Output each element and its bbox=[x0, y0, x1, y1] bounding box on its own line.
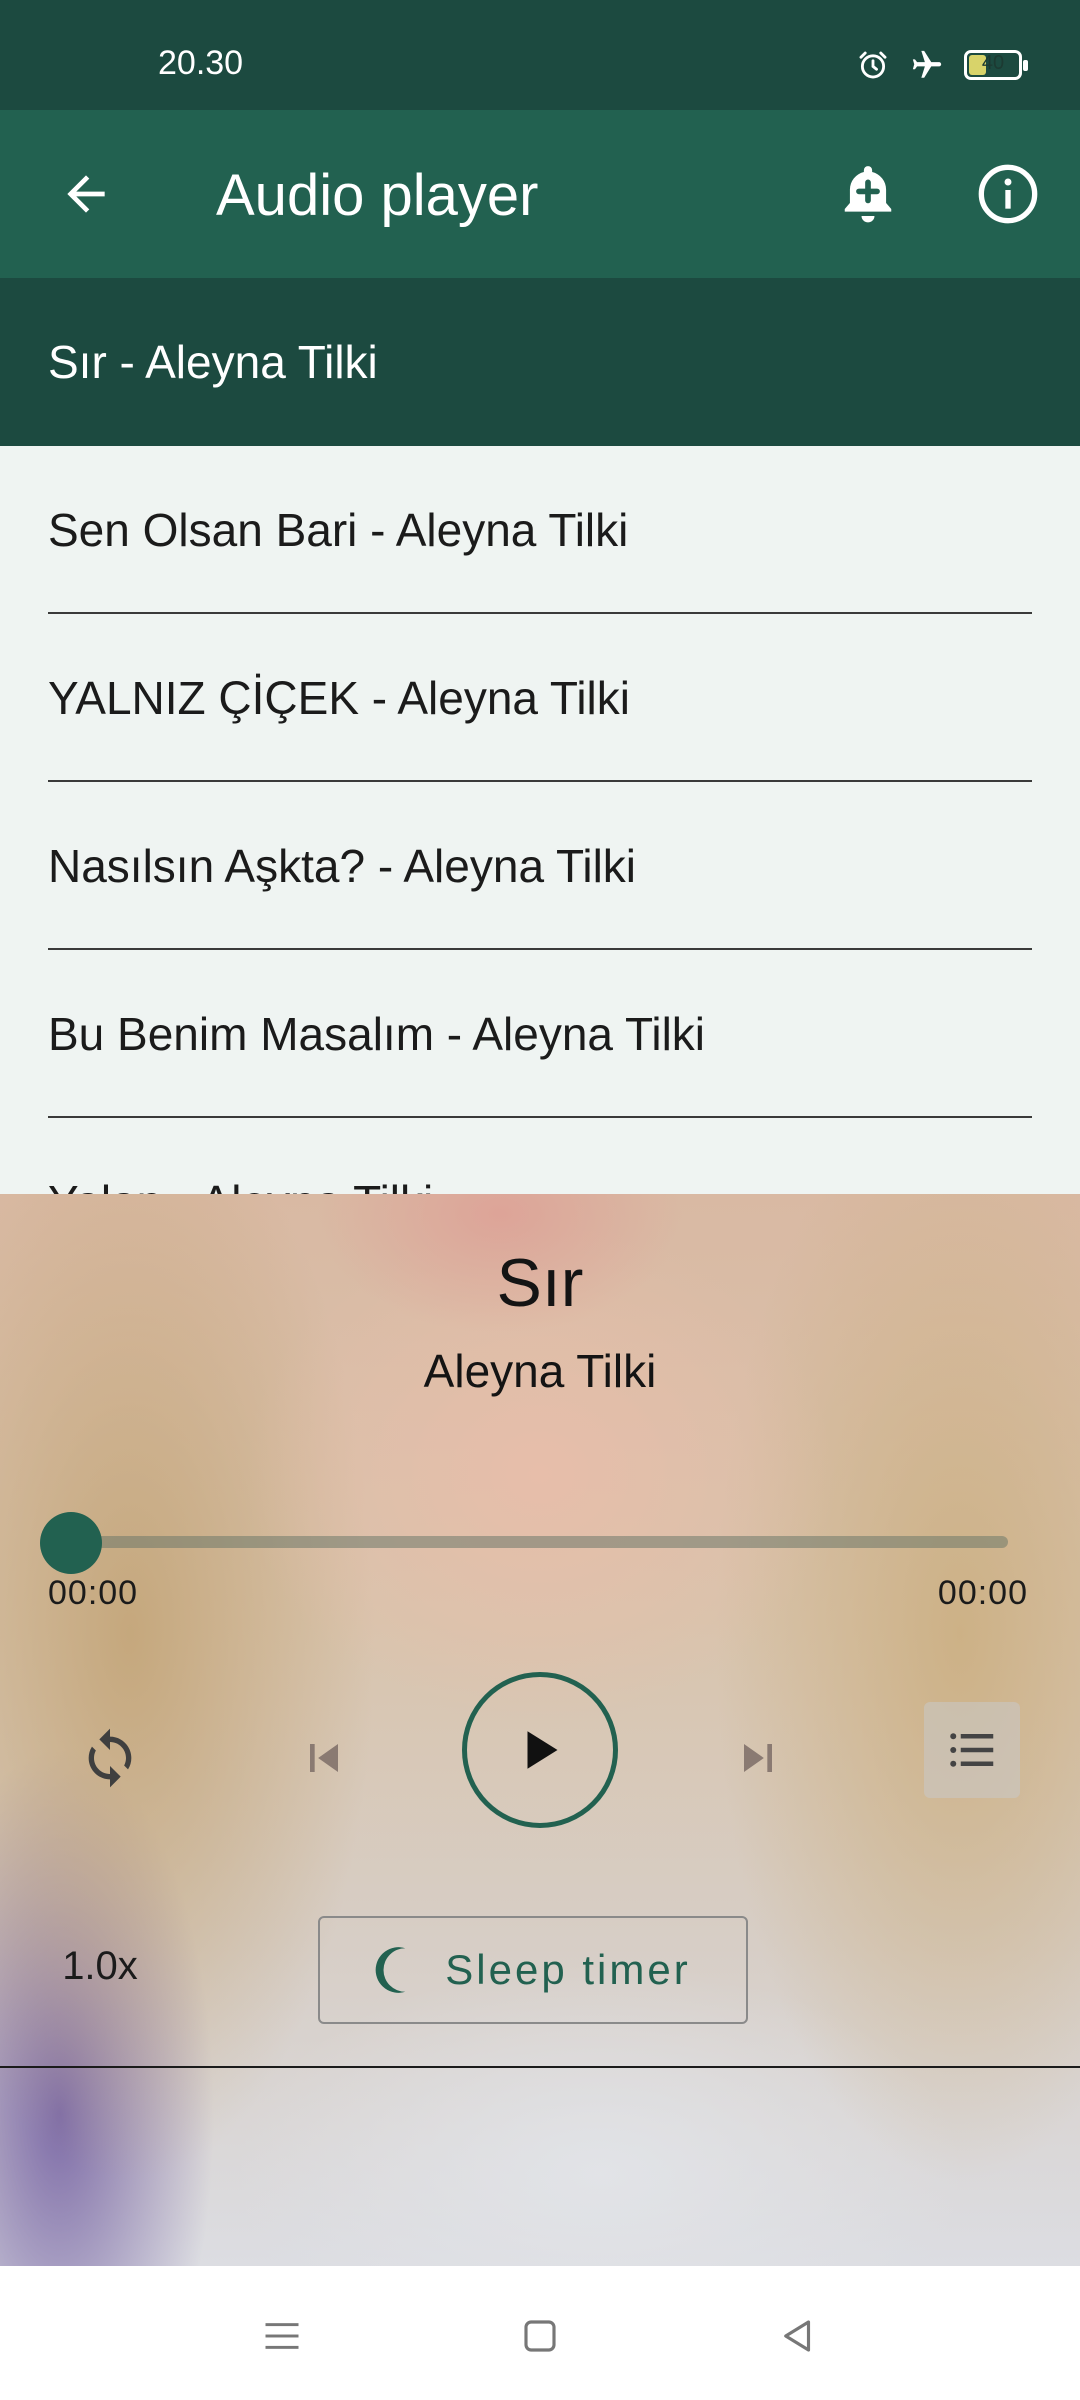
queue-button[interactable] bbox=[924, 1702, 1020, 1798]
total-time: 00:00 bbox=[937, 1574, 1028, 1612]
add-alarm-bell-icon bbox=[844, 166, 892, 223]
current-time: 00:00 bbox=[48, 1574, 139, 1612]
alarm-icon bbox=[856, 48, 890, 82]
arrow-back-icon bbox=[67, 175, 105, 213]
app-bar: Audio player bbox=[0, 110, 1080, 278]
add-alarm-button[interactable] bbox=[820, 146, 916, 242]
system-navigation-bar bbox=[0, 2266, 1080, 2400]
repeat-icon bbox=[88, 1728, 132, 1788]
playlist-item-label: Sen Olsan Bari - Aleyna Tilki bbox=[48, 504, 629, 556]
info-icon bbox=[978, 164, 1038, 224]
seek-bar[interactable] bbox=[72, 1536, 1008, 1548]
status-bar: 20.30 40 bbox=[0, 0, 1080, 110]
back-icon bbox=[784, 2320, 811, 2352]
song-artist: Aleyna Tilki bbox=[423, 1345, 657, 1397]
seek-thumb[interactable] bbox=[40, 1512, 102, 1574]
battery-level-text: 40 bbox=[981, 52, 1005, 74]
previous-button[interactable] bbox=[276, 1710, 372, 1806]
play-button[interactable] bbox=[462, 1672, 618, 1828]
playlist-item[interactable]: Yalan - Aleyna Tilki bbox=[0, 1118, 1080, 1194]
song-title: Sır bbox=[496, 1245, 584, 1321]
info-button[interactable] bbox=[960, 146, 1056, 242]
home-icon bbox=[524, 2320, 556, 2352]
playlist-item-label: Bu Benim Masalım - Aleyna Tilki bbox=[48, 1008, 706, 1060]
playlist: Sır - Aleyna Tilki Sen Olsan Bari - Aley… bbox=[0, 278, 1080, 1194]
playlist-item[interactable]: Sen Olsan Bari - Aleyna Tilki bbox=[0, 446, 1080, 614]
playlist-item[interactable]: YALNIZ ÇİÇEK - Aleyna Tilki bbox=[0, 614, 1080, 782]
playlist-item-label: Yalan - Aleyna Tilki bbox=[48, 1175, 433, 1194]
playlist-item-label: YALNIZ ÇİÇEK - Aleyna Tilki bbox=[48, 672, 630, 724]
playlist-item-label: Sır - Aleyna Tilki bbox=[48, 336, 378, 388]
divider bbox=[0, 2066, 1080, 2068]
status-time: 20.30 bbox=[158, 44, 244, 82]
player-panel: Sır Aleyna Tilki 00:00 00:00 1.0x Sleep … bbox=[0, 1194, 1080, 2266]
queue-list-icon bbox=[950, 1733, 994, 1767]
sleep-timer-label: Sleep timer bbox=[445, 1946, 691, 1993]
playlist-item[interactable]: Nasılsın Aşkta? - Aleyna Tilki bbox=[0, 782, 1080, 950]
back-button[interactable] bbox=[44, 152, 128, 236]
play-icon bbox=[527, 1731, 558, 1769]
playback-speed-button[interactable]: 1.0x bbox=[36, 1930, 164, 2002]
playlist-item[interactable]: Bu Benim Masalım - Aleyna Tilki bbox=[0, 950, 1080, 1118]
moon-icon bbox=[375, 1947, 406, 1993]
status-icons: 40 bbox=[856, 48, 1028, 82]
playlist-item[interactable]: Sır - Aleyna Tilki bbox=[0, 278, 1080, 446]
menu-icon bbox=[265, 2323, 299, 2349]
playlist-item-label: Nasılsın Aşkta? - Aleyna Tilki bbox=[48, 840, 637, 892]
system-back-button[interactable] bbox=[758, 2296, 838, 2376]
next-button[interactable] bbox=[710, 1710, 806, 1806]
playback-speed-label: 1.0x bbox=[62, 1943, 138, 1988]
page-title: Audio player bbox=[216, 163, 539, 228]
recent-apps-button[interactable] bbox=[242, 2296, 322, 2376]
repeat-button[interactable] bbox=[62, 1710, 158, 1806]
battery-icon: 40 bbox=[964, 50, 1028, 80]
airplane-mode-icon bbox=[908, 48, 946, 82]
sleep-timer-button[interactable]: Sleep timer bbox=[318, 1916, 748, 2024]
home-button[interactable] bbox=[500, 2296, 580, 2376]
skip-previous-icon bbox=[310, 1744, 338, 1772]
skip-next-icon bbox=[744, 1744, 772, 1772]
